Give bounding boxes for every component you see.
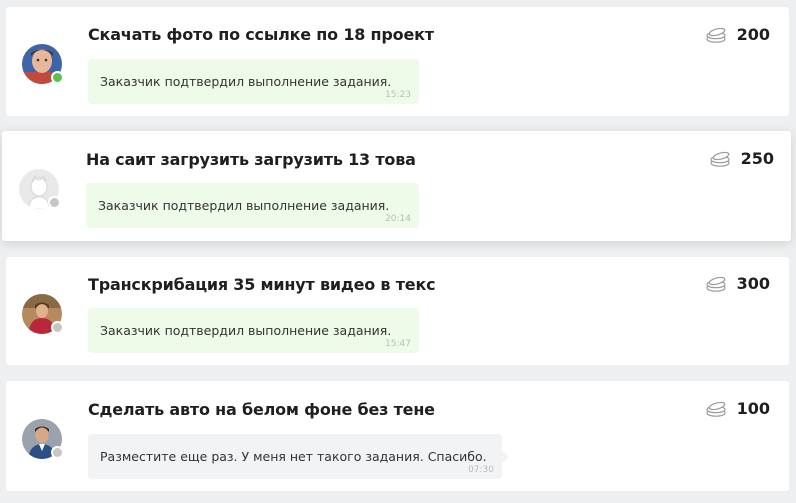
message-bubble: Разместите еще раз. У меня нет такого за…	[88, 434, 509, 479]
task-card[interactable]: Скачать фото по ссылке по 18 проект 200 …	[6, 7, 789, 116]
task-title[interactable]: Скачать фото по ссылке по 18 проект	[88, 25, 434, 44]
task-price: 250	[709, 149, 774, 168]
offline-status-dot	[51, 321, 64, 334]
task-title[interactable]: Транскрибация 35 минут видео в текс	[88, 275, 436, 294]
message-time: 20:14	[385, 214, 411, 224]
task-price: 100	[705, 399, 770, 418]
message-time: 15:47	[385, 339, 411, 349]
message-text: Разместите еще раз. У меня нет такого за…	[100, 449, 487, 464]
task-card[interactable]: Транскрибация 35 минут видео в текс 300 …	[6, 257, 789, 365]
offline-status-dot	[48, 196, 61, 209]
price-value: 250	[740, 149, 774, 168]
task-price: 300	[705, 274, 770, 293]
task-card[interactable]: Сделать авто на белом фоне без тене 100 …	[6, 381, 789, 491]
message-text: Заказчик подтвердил выполнение задания.	[100, 323, 392, 338]
task-title[interactable]: На саит загрузить загрузить 13 това	[86, 150, 416, 169]
coins-icon	[705, 276, 727, 292]
message-time: 07:30	[468, 465, 494, 475]
coins-icon	[709, 151, 731, 167]
message-bubble: Заказчик подтвердил выполнение задания. …	[88, 308, 419, 353]
price-value: 100	[736, 399, 770, 418]
offline-status-dot	[51, 446, 64, 459]
coins-icon	[705, 27, 727, 43]
task-title[interactable]: Сделать авто на белом фоне без тене	[88, 400, 435, 419]
price-value: 300	[736, 274, 770, 293]
message-time: 15:23	[385, 90, 411, 100]
message-bubble: Заказчик подтвердил выполнение задания. …	[86, 183, 419, 228]
task-price: 200	[705, 25, 770, 44]
price-value: 200	[736, 25, 770, 44]
avatar[interactable]	[22, 419, 64, 459]
task-card[interactable]: На саит загрузить загрузить 13 това 250 …	[2, 131, 791, 241]
message-text: Заказчик подтвердил выполнение задания.	[100, 74, 392, 89]
message-text: Заказчик подтвердил выполнение задания.	[98, 198, 390, 213]
avatar[interactable]	[19, 169, 61, 209]
avatar[interactable]	[22, 44, 64, 84]
avatar[interactable]	[22, 294, 64, 334]
coins-icon	[705, 401, 727, 417]
message-bubble: Заказчик подтвердил выполнение задания. …	[88, 59, 419, 104]
online-status-dot	[51, 71, 64, 84]
